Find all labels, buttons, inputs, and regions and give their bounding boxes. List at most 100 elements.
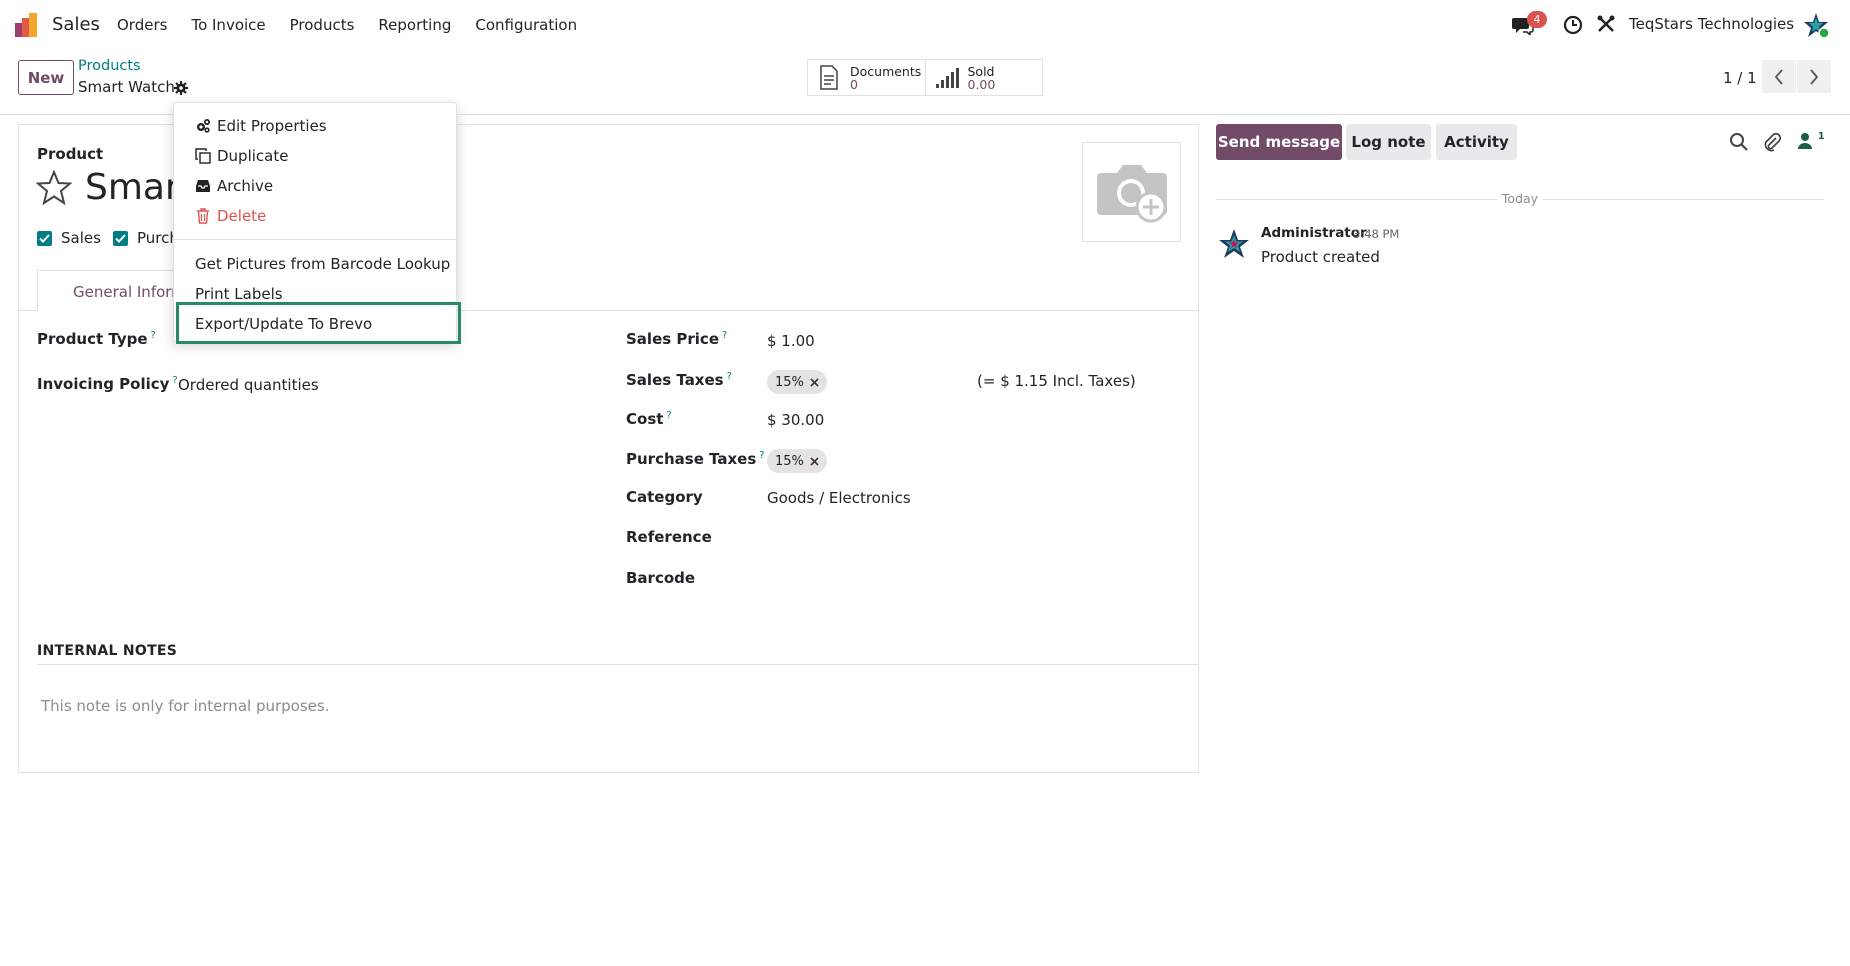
sales-price-text: Sales Price xyxy=(626,330,719,348)
menu-reporting[interactable]: Reporting xyxy=(378,16,451,34)
main-menu: Orders To Invoice Products Reporting Con… xyxy=(117,16,601,34)
copy-icon xyxy=(195,148,211,164)
duplicate-item[interactable]: Duplicate xyxy=(195,147,288,165)
signal-bars-icon xyxy=(935,67,959,88)
checkbox-sales-label: Sales xyxy=(61,229,101,247)
help-icon[interactable]: ? xyxy=(722,330,727,341)
breadcrumb-products[interactable]: Products xyxy=(78,58,141,74)
chat-count-badge: 4 xyxy=(1527,11,1547,28)
product-image-upload[interactable] xyxy=(1082,142,1181,242)
favorite-star-icon[interactable] xyxy=(36,170,72,206)
delete-item[interactable]: Delete xyxy=(195,207,266,225)
checkbox-checked-icon xyxy=(37,230,52,246)
help-icon[interactable]: ? xyxy=(666,410,671,421)
internal-notes-divider xyxy=(37,664,1198,665)
close-icon[interactable] xyxy=(810,456,819,466)
close-icon[interactable] xyxy=(810,377,819,387)
internal-notes-title: INTERNAL NOTES xyxy=(37,643,178,659)
sales-price-label: Sales Price? xyxy=(626,330,727,348)
sales-tax-tag[interactable]: 15% xyxy=(767,370,827,394)
category-label: Category xyxy=(626,488,703,506)
help-icon[interactable]: ? xyxy=(759,450,764,461)
message-body: Product created xyxy=(1261,248,1380,266)
menu-configuration[interactable]: Configuration xyxy=(475,16,577,34)
inbox-icon xyxy=(196,180,210,192)
author-avatar xyxy=(1219,229,1249,258)
can-be-purchased-checkbox[interactable]: Purch xyxy=(113,229,179,247)
print-labels-item[interactable]: Print Labels xyxy=(195,285,283,303)
help-icon[interactable]: ? xyxy=(151,330,156,341)
activity-button[interactable]: Activity xyxy=(1436,124,1517,160)
menu-orders[interactable]: Orders xyxy=(117,16,167,34)
follower-user-icon xyxy=(1798,132,1812,149)
user-avatar[interactable] xyxy=(1803,12,1829,38)
pager-previous-button[interactable] xyxy=(1762,60,1796,93)
documents-label: Documents xyxy=(850,63,922,79)
invoicing-policy-text: Invoicing Policy xyxy=(37,375,170,393)
menu-products[interactable]: Products xyxy=(290,16,355,34)
sales-taxes-label: Sales Taxes? xyxy=(626,371,732,389)
followers-count: 1 xyxy=(1817,131,1825,142)
sold-label: Sold xyxy=(967,63,995,79)
smart-buttons: Documents 0 Sold 0.00 xyxy=(807,59,1043,96)
pager-next-button[interactable] xyxy=(1797,60,1831,93)
checkbox-checked-icon xyxy=(113,230,128,246)
delete-label: Delete xyxy=(217,207,267,225)
new-button[interactable]: New xyxy=(18,60,74,95)
sales-price-value[interactable]: $ 1.00 xyxy=(767,332,815,350)
sold-smart-button[interactable]: Sold 0.00 xyxy=(926,60,1043,95)
highlight-frame xyxy=(176,302,461,344)
cost-label: Cost? xyxy=(626,410,672,428)
barcode-lookup-item[interactable]: Get Pictures from Barcode Lookup xyxy=(195,255,450,273)
product-label: Product xyxy=(37,145,104,163)
purchase-taxes-text: Purchase Taxes xyxy=(626,450,757,468)
app-name[interactable]: Sales xyxy=(52,14,100,35)
internal-notes-input[interactable]: This note is only for internal purposes. xyxy=(41,697,329,715)
debug-tools-icon[interactable] xyxy=(1597,15,1615,33)
cost-value[interactable]: $ 30.00 xyxy=(767,411,824,429)
menu-to-invoice[interactable]: To Invoice xyxy=(191,16,265,34)
company-name[interactable]: TeqStars Technologies xyxy=(1629,15,1794,33)
help-icon[interactable]: ? xyxy=(727,371,732,382)
pager-value[interactable]: 1 / 1 xyxy=(1723,69,1757,87)
archive-item[interactable]: Archive xyxy=(195,177,273,195)
message-author[interactable]: Administrator xyxy=(1261,225,1367,241)
record-name: Smart Watch xyxy=(78,78,175,96)
chevron-right-icon xyxy=(1810,68,1819,85)
purchase-taxes-label: Purchase Taxes? xyxy=(626,450,765,468)
message-time: 3:48 PM xyxy=(1353,227,1400,241)
today-label: Today xyxy=(1497,191,1543,206)
reference-label: Reference xyxy=(626,528,712,546)
top-navbar: Sales Orders To Invoice Products Reporti… xyxy=(0,0,1850,50)
edit-properties-label: Edit Properties xyxy=(217,117,327,135)
log-note-button[interactable]: Log note xyxy=(1346,124,1431,160)
documents-smart-button[interactable]: Documents 0 xyxy=(808,60,926,95)
send-message-button[interactable]: Send message xyxy=(1216,124,1342,160)
incl-taxes-text: (= $ 1.15 Incl. Taxes) xyxy=(977,372,1136,390)
documents-count: 0 xyxy=(850,76,858,92)
archive-label: Archive xyxy=(217,177,274,195)
purchase-tax-tag-label: 15% xyxy=(775,453,804,469)
document-icon xyxy=(820,64,838,90)
barcode-label: Barcode xyxy=(626,569,696,587)
record-actions-dropdown: Edit Properties Duplicate Archive Delete… xyxy=(173,102,461,344)
product-type-text: Product Type xyxy=(37,330,148,348)
sales-app-icon[interactable] xyxy=(15,13,41,37)
purchase-tax-tag[interactable]: 15% xyxy=(767,449,827,473)
sales-taxes-text: Sales Taxes xyxy=(626,371,724,389)
gear-icon[interactable] xyxy=(174,81,188,95)
invoicing-policy-value[interactable]: Ordered quantities xyxy=(178,376,319,394)
edit-properties-item[interactable]: Edit Properties xyxy=(195,117,327,135)
category-value[interactable]: Goods / Electronics xyxy=(767,489,911,507)
paperclip-icon[interactable] xyxy=(1762,132,1782,152)
product-type-label: Product Type? xyxy=(37,330,156,348)
cost-text: Cost xyxy=(626,410,664,428)
can-be-sold-checkbox[interactable]: Sales xyxy=(37,229,101,247)
clock-icon[interactable] xyxy=(1563,15,1583,35)
gears-icon xyxy=(197,119,210,133)
trash-icon xyxy=(197,208,209,224)
followers-button[interactable]: 1 xyxy=(1797,131,1825,150)
dropdown-divider xyxy=(174,239,456,240)
search-icon[interactable] xyxy=(1729,132,1749,152)
help-icon[interactable]: ? xyxy=(172,375,177,386)
